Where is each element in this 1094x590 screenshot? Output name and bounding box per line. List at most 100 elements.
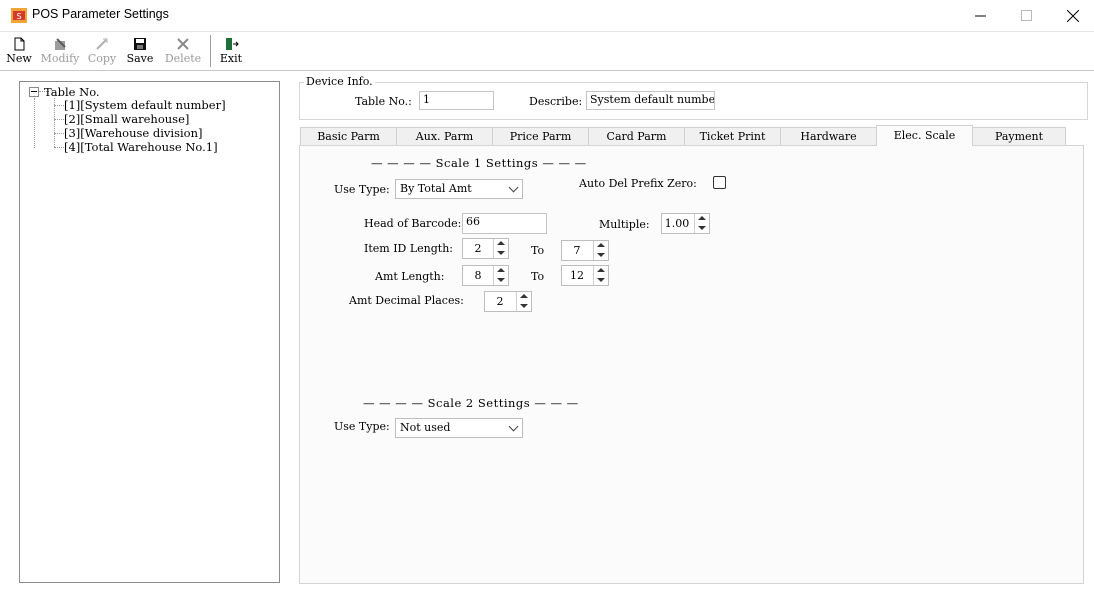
table-tree-panel[interactable] (19, 81, 280, 583)
scale1-use-type-value: By Total Amt (400, 182, 472, 195)
tree-root-table-no[interactable]: Table No. (44, 85, 100, 99)
spin-up-icon[interactable] (597, 268, 605, 272)
exit-button[interactable]: Exit (213, 33, 249, 69)
scale1-heading: — — — — Scale 1 Settings — — — (371, 156, 587, 170)
save-label: Save (126, 52, 154, 65)
multiple-value: 1.00 (664, 217, 690, 230)
spin-down-icon[interactable] (597, 253, 605, 257)
new-document-icon (14, 37, 25, 51)
delete-label: Delete (164, 52, 202, 65)
elec-scale-panel (299, 145, 1084, 584)
spinner-buttons[interactable] (493, 266, 508, 285)
amt-length-to-value: 12 (570, 269, 584, 282)
auto-del-prefix-zero-label: Auto Del Prefix Zero: (579, 177, 697, 190)
tree-connector (34, 98, 35, 148)
close-button[interactable] (1050, 0, 1094, 31)
spin-down-icon[interactable] (520, 304, 528, 308)
save-button[interactable]: Save (122, 33, 158, 69)
spinner-buttons[interactable] (493, 239, 508, 258)
minimize-icon (975, 15, 986, 16)
tab-price-parm[interactable]: Price Parm (492, 127, 589, 145)
toolbar-divider (0, 70, 1094, 71)
tree-item[interactable]: [4][Total Warehouse No.1] (64, 140, 218, 154)
scale2-use-type-select[interactable]: Not used (395, 418, 523, 438)
maximize-icon (1021, 9, 1032, 21)
tree-connector (54, 119, 64, 120)
spin-up-icon[interactable] (497, 241, 505, 245)
multiple-label: Multiple: (599, 218, 650, 231)
spin-down-icon[interactable] (597, 278, 605, 282)
table-no-label: Table No.: (355, 95, 412, 108)
delete-button[interactable]: Delete (165, 33, 201, 69)
multiple-spinner[interactable]: 1.00 (661, 213, 710, 234)
item-id-from-spinner[interactable]: 2 (462, 238, 509, 259)
exit-door-icon (226, 38, 239, 50)
table-no-field[interactable]: 1 (419, 91, 494, 110)
exit-label: Exit (219, 52, 243, 65)
spin-up-icon[interactable] (698, 216, 706, 220)
scale2-heading: — — — — Scale 2 Settings — — — (363, 396, 579, 410)
spin-up-icon[interactable] (497, 268, 505, 272)
chevron-down-icon (508, 421, 519, 432)
tree-item[interactable]: [2][Small warehouse] (64, 112, 189, 126)
tab-payment[interactable]: Payment (972, 127, 1066, 145)
modify-label: Modify (40, 52, 80, 65)
item-id-from-value: 2 (474, 242, 482, 255)
amt-length-from-spinner[interactable]: 8 (462, 265, 509, 286)
spin-down-icon[interactable] (497, 251, 505, 255)
auto-del-prefix-zero-checkbox[interactable] (713, 176, 726, 189)
maximize-button[interactable] (1004, 0, 1050, 31)
modify-button[interactable]: Modify (41, 33, 79, 69)
describe-label: Describe: (529, 95, 583, 108)
item-id-to-label: To (531, 244, 545, 257)
tab-elec-scale[interactable]: Elec. Scale (876, 125, 973, 146)
amt-decimal-places-label: Amt Decimal Places: (349, 294, 464, 307)
spinner-buttons[interactable] (593, 241, 608, 260)
spinner-buttons[interactable] (694, 214, 709, 233)
device-info-legend: Device Info. (304, 75, 375, 88)
describe-field[interactable]: System default number (586, 91, 715, 110)
tab-hardware[interactable]: Hardware (780, 127, 877, 145)
item-id-to-spinner[interactable]: 7 (561, 240, 609, 261)
tree-connector (54, 133, 64, 134)
app-logo-icon: S (11, 8, 27, 23)
scale1-use-type-label: Use Type: (334, 183, 390, 196)
tree-connector (54, 105, 64, 106)
modify-icon (55, 38, 66, 50)
head-of-barcode-field[interactable]: 66 (462, 213, 547, 234)
spin-down-icon[interactable] (698, 226, 706, 230)
copy-icon (96, 38, 108, 50)
save-disk-icon (134, 38, 146, 50)
close-icon (1067, 9, 1079, 22)
scale2-use-type-label: Use Type: (334, 420, 390, 433)
spinner-buttons[interactable] (593, 266, 608, 285)
minimize-button[interactable] (958, 0, 1004, 31)
copy-button[interactable]: Copy (84, 33, 120, 69)
spin-down-icon[interactable] (497, 278, 505, 282)
tab-aux-parm[interactable]: Aux. Parm (396, 127, 493, 145)
scale1-use-type-select[interactable]: By Total Amt (395, 179, 523, 199)
delete-x-icon (177, 38, 189, 50)
tab-card-parm[interactable]: Card Parm (588, 127, 685, 145)
spinner-buttons[interactable] (516, 292, 531, 311)
amt-decimal-places-spinner[interactable]: 2 (484, 291, 532, 312)
amt-length-to-spinner[interactable]: 12 (561, 265, 609, 286)
tab-basic-parm[interactable]: Basic Parm (300, 127, 397, 145)
amt-length-from-value: 8 (474, 269, 482, 282)
tree-item[interactable]: [3][Warehouse division] (64, 126, 202, 140)
scale2-use-type-value: Not used (400, 421, 451, 434)
window-title: POS Parameter Settings (32, 7, 169, 21)
item-id-length-label: Item ID Length: (364, 242, 454, 255)
amt-length-label: Amt Length: (375, 270, 445, 283)
svg-text:S: S (16, 12, 21, 21)
tab-ticket-print[interactable]: Ticket Print (684, 127, 781, 145)
tree-collapse-icon[interactable] (29, 87, 39, 97)
tree-connector (54, 147, 64, 148)
item-id-to-value: 7 (573, 244, 581, 257)
tree-item[interactable]: [1][System default number] (64, 98, 226, 112)
amt-decimal-places-value: 2 (496, 295, 504, 308)
spin-up-icon[interactable] (597, 243, 605, 247)
amt-length-to-label: To (531, 270, 545, 283)
new-button[interactable]: New (1, 33, 37, 69)
spin-up-icon[interactable] (520, 294, 528, 298)
